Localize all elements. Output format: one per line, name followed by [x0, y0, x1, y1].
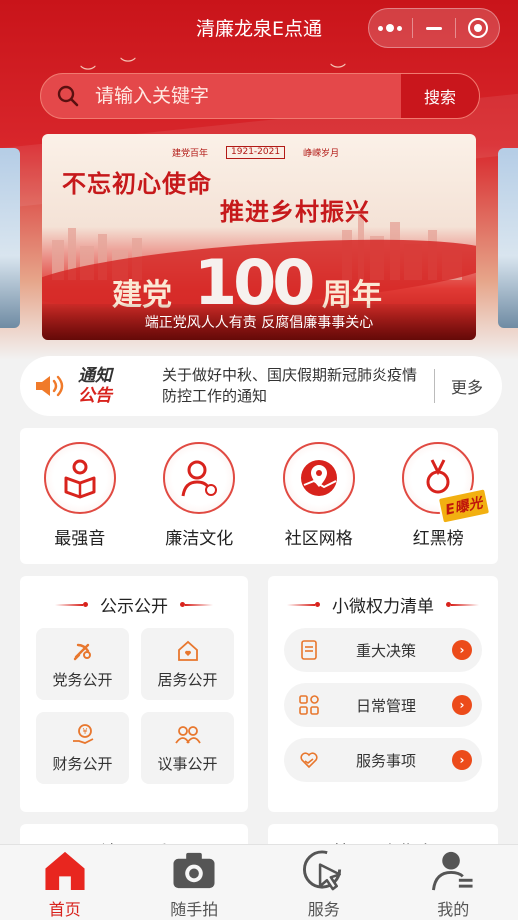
more-options-button[interactable] [369, 9, 412, 47]
tab-mine[interactable]: 我的 [389, 845, 518, 920]
entry-label: 最强音 [54, 529, 106, 549]
chevron-right-icon: › [452, 750, 472, 770]
party-affairs-button[interactable]: 党务公开 [36, 628, 129, 700]
power-item-label: 服务事项 [355, 751, 416, 770]
service-matters-item[interactable]: 服务事项 › [284, 738, 482, 782]
title-decoration [55, 602, 88, 607]
banner-slogan-1: 不忘初心使命 [62, 169, 212, 198]
public-panel-title: 公示公开 [100, 597, 168, 617]
deliberation-affairs-button[interactable]: 议事公开 [141, 712, 234, 784]
notice-bar[interactable]: 通知 公告 关于做好中秋、国庆假期新冠肺炎疫情防控工作的通知 更多 [20, 356, 502, 416]
banner-top-left: 建党百年 [172, 149, 209, 159]
bottom-tab-bar: 首页 随手拍 服务 我的 [0, 844, 518, 920]
notice-tag-line1: 通知 [78, 366, 112, 386]
banner-header-row: 建党百年 1921-2021 峥嵘岁月 [172, 146, 339, 159]
minimize-button[interactable] [413, 9, 456, 47]
cell-label: 党务公开 [52, 670, 113, 689]
tab-home[interactable]: 首页 [0, 845, 130, 920]
banner-slogan-2: 推进乡村振兴 [220, 197, 370, 226]
cell-label: 居务公开 [157, 670, 218, 689]
chevron-right-icon: › [452, 640, 472, 660]
banner-slide[interactable]: 建党百年 1921-2021 峥嵘岁月 不忘初心使命 推进乡村振兴 建党 100… [42, 134, 476, 340]
previous-slide-peek[interactable] [0, 148, 20, 328]
medal-icon: E曝光 [402, 442, 491, 525]
map-pin-icon [282, 442, 355, 514]
banner-top-right: 峥嵘岁月 [303, 149, 340, 159]
finance-affairs-button[interactable]: ¥ 财务公开 [36, 712, 129, 784]
power-panel-title: 小微权力清单 [332, 597, 434, 617]
entry-zuiqiangyin[interactable]: 最强音 [20, 428, 140, 564]
next-slide-peek[interactable] [498, 148, 518, 328]
notice-text[interactable]: 关于做好中秋、国庆假期新冠肺炎疫情防控工作的通知 [162, 365, 430, 407]
person-lotus-icon [163, 442, 236, 514]
power-item-label: 重大决策 [355, 641, 416, 660]
search-button[interactable]: 搜索 [401, 74, 479, 118]
svg-text:¥: ¥ [82, 727, 87, 736]
chevron-right-icon: › [452, 695, 472, 715]
user-icon [432, 851, 473, 891]
group-icon [174, 725, 201, 744]
banner-years: 1921-2021 [226, 146, 286, 159]
cell-label: 议事公开 [157, 754, 218, 773]
tab-service[interactable]: 服务 [259, 845, 389, 920]
camera-icon [173, 852, 215, 889]
cell-label: 财务公开 [52, 754, 113, 773]
title-decoration [446, 602, 479, 607]
entry-lianjie-wenhua[interactable]: 廉洁文化 [140, 428, 260, 564]
notice-more-link[interactable]: 更多 [451, 374, 483, 398]
tab-snapshot[interactable]: 随手拍 [130, 845, 260, 920]
minimize-icon [426, 26, 442, 30]
tab-label: 服务 [307, 900, 340, 919]
banner-caption: 端正党风人人有责 反腐倡廉事事关心 [42, 304, 476, 340]
service-cursor-icon [302, 850, 341, 891]
search-input[interactable] [95, 85, 401, 107]
daily-management-item[interactable]: 日常管理 › [284, 683, 482, 727]
search-bar: 搜索 [40, 73, 480, 119]
home-icon [45, 851, 85, 891]
mini-program-capsule [368, 8, 500, 48]
residence-affairs-button[interactable]: 居务公开 [141, 628, 234, 700]
search-icon [41, 84, 95, 108]
title-decoration [180, 602, 213, 607]
public-disclosure-panel: 公示公开 党务公开 居务公开 ¥ 财务公开 议事公开 [20, 576, 248, 812]
more-dots-icon [378, 24, 403, 32]
tab-label: 随手拍 [170, 900, 219, 919]
heart-hand-icon [300, 752, 318, 769]
micro-power-panel: 小微权力清单 重大决策 › 日常管理 › 服务事项 › [268, 576, 498, 812]
close-target-icon [467, 18, 488, 38]
entry-shequ-wangge[interactable]: 社区网格 [259, 428, 379, 564]
document-icon [301, 640, 317, 660]
entry-label: 廉洁文化 [165, 529, 234, 549]
house-heart-icon [177, 640, 198, 661]
finance-hand-icon: ¥ [72, 723, 93, 744]
entry-label: 社区网格 [284, 529, 353, 549]
entry-hongheibang[interactable]: E曝光 红黑榜 [379, 428, 499, 564]
power-item-label: 日常管理 [355, 696, 416, 715]
party-emblem-icon [73, 643, 91, 660]
entry-label: 红黑榜 [412, 529, 464, 549]
title-decoration [287, 602, 320, 607]
title-bar: 清廉龙泉E点通 [0, 0, 518, 56]
tab-label: 首页 [48, 900, 81, 919]
notice-tag: 通知 公告 [78, 366, 162, 406]
tab-label: 我的 [437, 900, 470, 919]
close-program-button[interactable] [456, 9, 499, 47]
grid-icon [299, 695, 319, 715]
reading-person-icon [43, 442, 116, 514]
major-decision-item[interactable]: 重大决策 › [284, 628, 482, 672]
notice-tag-line2: 公告 [78, 386, 112, 406]
quick-entry-panel: 最强音 廉洁文化 社区网格 E曝光 红黑榜 [20, 428, 498, 564]
speaker-icon [20, 373, 78, 399]
